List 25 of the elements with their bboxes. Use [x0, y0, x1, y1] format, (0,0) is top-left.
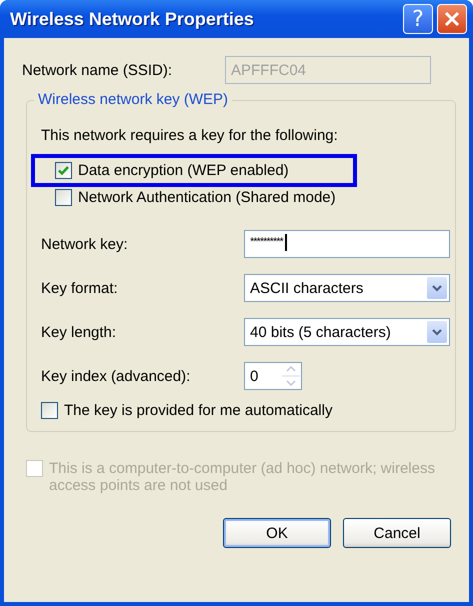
masked-value: **********: [250, 236, 283, 248]
instruction-text: This network requires a key for the following:: [41, 127, 339, 144]
dropdown[interactable]: 40 bits (5 characters): [244, 318, 450, 346]
key-field[interactable]: **********: [244, 230, 450, 258]
dropdown[interactable]: ASCII characters: [244, 274, 450, 302]
field-label: Network key:: [41, 236, 129, 252]
checkbox[interactable]: [55, 162, 72, 179]
field-label: Key index (advanced):: [41, 368, 192, 384]
checkbox-label: Data encryption (WEP enabled): [78, 162, 289, 179]
close-icon: [443, 10, 461, 28]
checkbox-label: The key is provided for me automatically: [64, 402, 332, 419]
ok-button[interactable]: OK: [223, 518, 331, 548]
field-label: Network name (SSID):: [22, 62, 174, 78]
spinner-field[interactable]: 0: [244, 362, 302, 390]
cancel-button[interactable]: Cancel: [343, 518, 451, 548]
checkbox[interactable]: [41, 402, 58, 419]
help-button[interactable]: ?: [403, 4, 433, 34]
checkbox-label: This is a computer-to-computer (ad hoc) network; wireless access points are not used: [49, 460, 436, 494]
field-label: Key length:: [41, 324, 118, 340]
checkbox-label: Network Authentication (Shared mode): [78, 189, 336, 206]
window-title: Wireless Network Properties: [10, 8, 255, 30]
field-label: Key format:: [41, 280, 119, 296]
close-button[interactable]: [437, 4, 467, 34]
checkbox[interactable]: [55, 189, 72, 206]
group-title: Wireless network key (WEP): [34, 91, 232, 108]
